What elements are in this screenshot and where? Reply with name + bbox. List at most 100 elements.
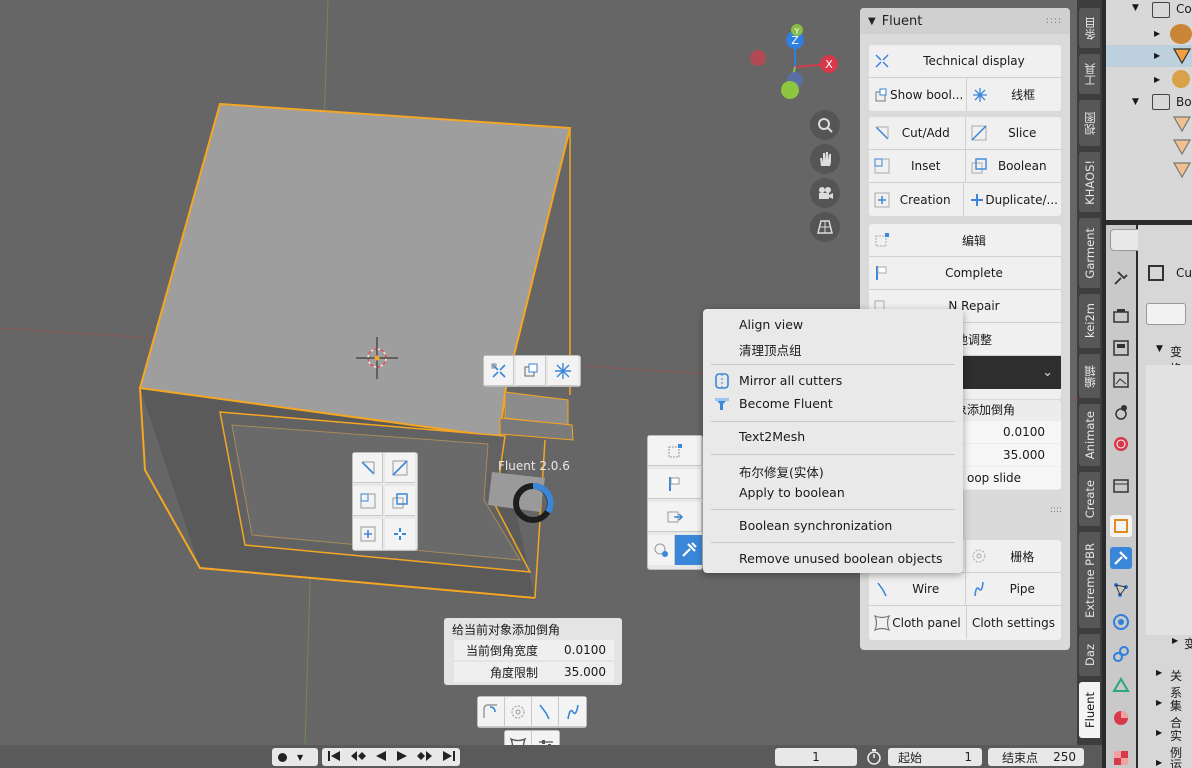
- boolean-button[interactable]: Boolean: [966, 150, 1062, 182]
- expand-triangle-icon[interactable]: ▶: [1154, 29, 1160, 38]
- edit-button[interactable]: 编辑: [869, 224, 1061, 256]
- scene-icon[interactable]: [1110, 401, 1132, 423]
- section-sub[interactable]: 变: [1184, 635, 1192, 652]
- menu-item-boolean-sync[interactable]: Boolean synchronization: [739, 518, 892, 533]
- end-frame-field[interactable]: 结束点 250: [988, 748, 1084, 766]
- tab-tool[interactable]: 工具: [1079, 54, 1100, 94]
- menu-item-remove-unused-booleans[interactable]: Remove unused boolean objects: [739, 551, 943, 566]
- complete-button[interactable]: Complete: [869, 257, 1061, 289]
- stopwatch-icon[interactable]: [866, 749, 882, 768]
- pipe-button[interactable]: Pipe: [966, 573, 1062, 605]
- particles-icon[interactable]: [1110, 579, 1132, 601]
- complete-icon[interactable]: [648, 469, 702, 499]
- physics-icon[interactable]: [1110, 611, 1132, 633]
- expand-triangle-icon[interactable]: ▶: [1156, 698, 1162, 707]
- tab-edit[interactable]: 编辑: [1079, 354, 1100, 398]
- expand-triangle-icon[interactable]: ▼: [1132, 3, 1139, 13]
- modifier-wrench-icon[interactable]: [1110, 547, 1132, 569]
- collection-props-icon[interactable]: [1110, 475, 1132, 497]
- menu-item-boolean-repair[interactable]: 布尔修复(实体): [739, 462, 824, 481]
- camera-icon[interactable]: [810, 178, 840, 208]
- expand-triangle-icon[interactable]: ▼: [1132, 97, 1139, 107]
- expand-triangle-icon[interactable]: ▶: [1172, 636, 1178, 645]
- cloth-panel-button[interactable]: Cloth panel: [869, 606, 967, 639]
- tab-create[interactable]: Create: [1079, 472, 1100, 526]
- menu-item-clean-vertex-groups[interactable]: 清理顶点组: [739, 340, 802, 359]
- render-icon[interactable]: [1110, 305, 1132, 327]
- zoom-icon[interactable]: [810, 110, 840, 140]
- expand-triangle-icon[interactable]: ▶: [1156, 758, 1162, 767]
- axis-gizmo[interactable]: X Z Y: [745, 22, 845, 102]
- wire-icon[interactable]: [532, 697, 559, 727]
- wireframe-icon[interactable]: [548, 356, 578, 386]
- section-collections[interactable]: 集合: [1170, 697, 1192, 731]
- grid-button[interactable]: 栅格: [966, 540, 1062, 572]
- output-icon[interactable]: [1110, 337, 1132, 359]
- constraints-icon[interactable]: [1110, 643, 1132, 665]
- expand-triangle-icon[interactable]: ▶: [1156, 728, 1162, 737]
- keying-dropdown[interactable]: ▼: [272, 748, 318, 766]
- tab-kei2m[interactable]: kei2m: [1079, 294, 1100, 348]
- tab-fluent[interactable]: Fluent: [1079, 682, 1100, 738]
- inset-button[interactable]: Inset: [869, 150, 966, 182]
- outliner-item-bo[interactable]: Bo: [1176, 95, 1192, 109]
- menu-item-apply-to-boolean[interactable]: Apply to boolean: [739, 485, 845, 500]
- play-icon[interactable]: [396, 750, 408, 765]
- slice-button[interactable]: Slice: [966, 117, 1062, 149]
- section-motion[interactable]: 运动: [1170, 756, 1192, 768]
- tab-khaos[interactable]: KHAOS!: [1079, 152, 1100, 212]
- expand-triangle-icon[interactable]: ▶: [1154, 75, 1160, 84]
- technical-display-icon[interactable]: [484, 356, 514, 386]
- cut-add-button[interactable]: Cut/Add: [869, 117, 966, 149]
- prev-keyframe-icon[interactable]: [350, 750, 366, 765]
- menu-item-mirror-all-cutters[interactable]: Mirror all cutters: [739, 373, 842, 388]
- fluent-panel-header[interactable]: ▼ Fluent ::::: [860, 8, 1070, 34]
- cloth-settings-icon[interactable]: [532, 731, 559, 745]
- expand-triangle-icon[interactable]: ▶: [1154, 51, 1160, 60]
- chevron-down-icon[interactable]: ▼: [868, 16, 876, 27]
- tab-view[interactable]: 视图: [1079, 100, 1100, 146]
- show-bool-button[interactable]: Show bool...: [869, 78, 968, 111]
- pan-hand-icon[interactable]: [810, 144, 840, 174]
- duplicate-button[interactable]: Duplicate/...: [964, 183, 1061, 216]
- grid-perspective-icon[interactable]: [810, 212, 840, 242]
- start-frame-field[interactable]: 起始 1: [888, 748, 982, 766]
- panel-grip-icon-2[interactable]: ::::: [960, 505, 1070, 523]
- pipe-icon[interactable]: [559, 697, 586, 727]
- bevel-icon[interactable]: [478, 697, 505, 727]
- data-mesh-icon[interactable]: [1110, 675, 1132, 697]
- technical-display-button[interactable]: Technical display: [869, 45, 1061, 77]
- other-adjust-icon[interactable]: [648, 535, 675, 565]
- duplicate-icon[interactable]: [385, 519, 415, 549]
- tab-extreme-pbr[interactable]: Extreme PBR: [1079, 532, 1100, 628]
- cut-add-icon[interactable]: [353, 453, 383, 483]
- texture-icon[interactable]: [1110, 747, 1132, 768]
- show-bool-icon[interactable]: [516, 356, 546, 386]
- outliner-item-co[interactable]: Co: [1176, 2, 1192, 16]
- edit-icon[interactable]: [648, 436, 702, 466]
- chevron-down-icon[interactable]: ⌄: [1042, 365, 1053, 380]
- object-dropdown[interactable]: [1146, 303, 1186, 325]
- section-relations[interactable]: 关系: [1170, 667, 1192, 701]
- material-icon[interactable]: [1110, 707, 1132, 729]
- menu-item-align-view[interactable]: Align view: [739, 317, 803, 332]
- cloth-settings-button[interactable]: Cloth settings: [967, 606, 1061, 639]
- expand-triangle-icon[interactable]: ▶: [1156, 668, 1162, 677]
- creation-button[interactable]: Creation: [869, 183, 965, 216]
- angle-limit-field[interactable]: 角度限制 35.000: [454, 662, 614, 682]
- angle-limit-value[interactable]: 35.000: [544, 665, 614, 679]
- wrench-icon[interactable]: [675, 535, 702, 565]
- view-layer-icon[interactable]: [1110, 369, 1132, 391]
- object-name[interactable]: Cul: [1176, 266, 1192, 280]
- tab-animate[interactable]: Animate: [1079, 404, 1100, 466]
- play-reverse-icon[interactable]: [375, 750, 387, 765]
- creation-icon[interactable]: [353, 519, 383, 549]
- inset-icon[interactable]: [353, 486, 383, 516]
- next-keyframe-icon[interactable]: [416, 750, 433, 765]
- chevron-down-icon[interactable]: ▼: [1156, 344, 1163, 354]
- bevel-width-field[interactable]: 当前倒角宽度 0.0100: [454, 640, 614, 660]
- panel-grip-icon[interactable]: ::::: [1046, 16, 1062, 26]
- repair-icon[interactable]: [648, 502, 702, 532]
- tab-garment[interactable]: Garment: [1079, 218, 1100, 288]
- object-icon[interactable]: [1110, 515, 1132, 537]
